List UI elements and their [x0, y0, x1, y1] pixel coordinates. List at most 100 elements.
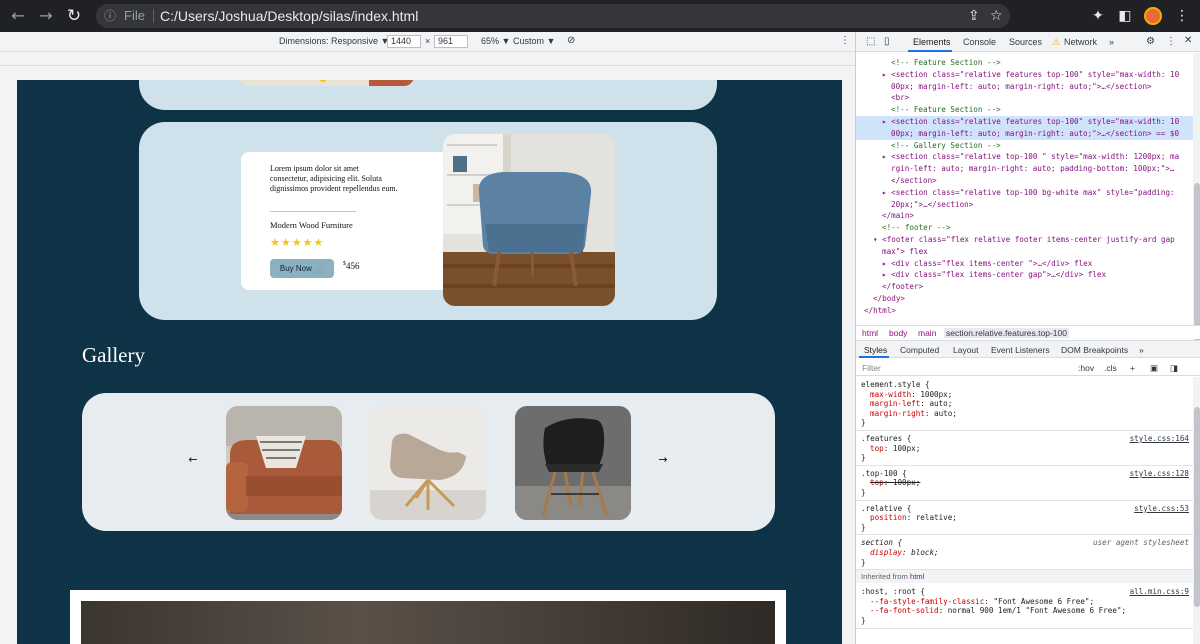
dom-node-line[interactable]: <!-- Gallery Section --> — [891, 140, 1001, 152]
css-declaration[interactable]: top: 100px; — [870, 444, 920, 453]
css-rule[interactable]: element.style {max-width: 1000px; margin-… — [856, 377, 1193, 431]
more-subtabs-button[interactable]: » — [1139, 345, 1144, 355]
filter-input[interactable]: Filter — [862, 363, 881, 373]
side-panel-icon[interactable]: ◧ — [1115, 6, 1135, 26]
tab-layout[interactable]: Layout — [953, 345, 979, 355]
dom-node-line[interactable]: ▸ <section class="relative top-100 " sty… — [882, 151, 1179, 163]
css-rule[interactable]: section { user agent stylesheet display: b… — [856, 535, 1193, 571]
reload-icon[interactable]: ↻ — [64, 6, 84, 26]
css-selector[interactable]: section { — [861, 538, 902, 547]
url-text[interactable]: C:/Users/Joshua/Desktop/silas/index.html — [160, 4, 418, 28]
dom-node-line[interactable]: ▸ <section class="relative top-100 bg-wh… — [882, 187, 1175, 199]
dom-node-line[interactable]: 00px; margin-left: auto; margin-right: a… — [891, 81, 1152, 93]
page-viewport[interactable]: Lorem ipsum dolor sit amet consectetur, … — [17, 80, 842, 644]
dimensions-dropdown[interactable]: Dimensions: Responsive ▼ — [279, 36, 389, 46]
sidebar-toggle-icon[interactable]: ◨ — [1170, 363, 1178, 374]
extensions-puzzle-icon[interactable]: ✦ — [1088, 6, 1108, 26]
buy-now-button[interactable]: Buy Now 🛒 — [270, 259, 334, 278]
css-source-link[interactable]: user agent stylesheet — [1093, 538, 1189, 547]
back-arrow-icon[interactable]: ← — [8, 6, 28, 26]
css-selector[interactable]: .features { — [861, 434, 911, 443]
css-selector[interactable]: element.style { — [861, 380, 930, 389]
dom-node-line[interactable]: 20px;">…</section> — [891, 199, 973, 211]
inspect-element-icon[interactable]: ⬚ — [866, 36, 875, 47]
dom-node-line[interactable]: </footer> — [882, 281, 923, 293]
breadcrumb-html[interactable]: html — [862, 328, 878, 338]
breadcrumb-body[interactable]: body — [889, 328, 907, 338]
css-rule[interactable]: .relative { style.css:53 position: relativ… — [856, 501, 1193, 536]
device-toggle-icon[interactable]: ▯ — [884, 36, 890, 47]
css-declaration[interactable]: position: relative; — [870, 513, 957, 522]
dom-node-line[interactable]: <!-- Feature Section --> — [891, 57, 1001, 69]
css-declaration[interactable]: display: block; — [870, 548, 939, 557]
share-icon[interactable]: ⇪ — [968, 4, 980, 28]
dom-node-line[interactable]: </section> — [891, 175, 937, 187]
gallery-image-sofa[interactable] — [226, 406, 342, 520]
css-source-link[interactable]: all.min.css:9 — [1130, 587, 1189, 596]
dom-node-line[interactable]: </body> — [873, 293, 905, 305]
close-devtools-icon[interactable]: ✕ — [1184, 35, 1192, 46]
tab-computed[interactable]: Computed — [900, 345, 939, 355]
breadcrumb-main[interactable]: main — [918, 328, 936, 338]
css-declaration[interactable]: max-width: 1000px; — [870, 390, 952, 399]
css-selector[interactable]: .top-100 { — [861, 469, 907, 478]
new-rule-button[interactable]: + — [1130, 363, 1135, 373]
css-declaration[interactable]: margin-right: auto; — [870, 409, 957, 418]
info-icon[interactable]: ⓘ — [104, 4, 116, 28]
address-bar[interactable]: ⓘ File C:/Users/Joshua/Desktop/silas/ind… — [96, 4, 1010, 28]
dom-node-line[interactable]: </main> — [882, 210, 914, 222]
dom-node-line[interactable]: rgin-left: auto; margin-right: auto; pad… — [891, 163, 1174, 175]
tab-network[interactable]: Network — [1064, 37, 1097, 47]
styles-pane[interactable]: element.style {max-width: 1000px; margin-… — [856, 377, 1193, 644]
dom-node-line[interactable]: ▸ <div class="flex items-center ">…</div… — [882, 258, 1092, 270]
gallery-next-arrow-icon[interactable]: → — [655, 452, 671, 468]
dom-node-line[interactable]: ▸ <section class="relative features top-… — [882, 69, 1179, 81]
elements-tree[interactable]: <!-- Feature Section --> ▸ <section class… — [856, 53, 1193, 355]
dom-node-line[interactable]: <!-- footer --> — [882, 222, 951, 234]
gallery-prev-arrow-icon[interactable]: ← — [185, 452, 201, 468]
css-declaration[interactable]: --fa-font-solid: normal 900 1em/1 "Font … — [870, 606, 1126, 615]
rotate-icon[interactable]: ⊘ — [567, 35, 575, 46]
dom-node-line[interactable]: <br> — [891, 92, 909, 104]
breadcrumb-section[interactable]: section.relative.features.top-100 — [944, 328, 1069, 338]
devtools-menu-icon[interactable]: ⋮ — [1166, 36, 1176, 47]
elements-scrollbar[interactable] — [1193, 53, 1200, 355]
width-input[interactable]: 1440 — [387, 35, 421, 48]
css-selector[interactable]: .relative { — [861, 504, 911, 513]
css-source-link[interactable]: style.css:53 — [1134, 504, 1189, 513]
dom-node-line[interactable]: ▸ <section class="relative features top-… — [856, 116, 1193, 128]
dom-node-line[interactable]: 00px; margin-left: auto; margin-right: a… — [856, 127, 1193, 140]
more-tabs-button[interactable]: » — [1109, 37, 1114, 47]
css-source-link[interactable]: style.css:128 — [1130, 469, 1189, 478]
css-declaration[interactable]: margin-left: auto; — [870, 399, 952, 408]
styles-scrollbar[interactable] — [1193, 377, 1200, 644]
dom-node-line[interactable]: ▾ <footer class="flex relative footer it… — [873, 234, 1175, 246]
css-rule[interactable]: .features {style.css:164 top: 100px;} — [856, 431, 1193, 466]
device-menu-icon[interactable]: ⋮ — [840, 35, 850, 46]
gallery-image-black-chair[interactable] — [515, 406, 631, 520]
css-declaration[interactable]: --fa-style-family-classic: "Font Awesome… — [870, 597, 1094, 606]
css-source-link[interactable]: style.css:164 — [1130, 434, 1189, 443]
zoom-dropdown[interactable]: 65% ▼ — [481, 36, 510, 46]
tab-console[interactable]: Console — [963, 37, 996, 47]
hover-state-toggle[interactable]: :hov — [1078, 363, 1094, 373]
css-rule[interactable]: :host, :root {all.min.css:9 --fa-style-fa… — [856, 584, 1193, 629]
tab-dom-breakpoints[interactable]: DOM Breakpoints — [1061, 345, 1128, 355]
dom-node-line[interactable]: </html> — [864, 305, 896, 317]
paint-icon[interactable]: ▣ — [1150, 363, 1158, 374]
kebab-menu-icon[interactable]: ⋮ — [1172, 6, 1192, 26]
tab-elements[interactable]: Elements — [913, 37, 951, 47]
dom-node-line[interactable]: max"> flex — [882, 246, 928, 258]
forward-arrow-icon[interactable]: → — [36, 6, 56, 26]
class-toggle[interactable]: .cls — [1104, 363, 1117, 373]
throttle-dropdown[interactable]: Custom ▼ — [513, 36, 555, 46]
tab-styles[interactable]: Styles — [864, 345, 887, 355]
tab-sources[interactable]: Sources — [1009, 37, 1042, 47]
profile-avatar[interactable] — [1144, 7, 1162, 25]
settings-gear-icon[interactable]: ⚙ — [1146, 36, 1155, 47]
css-rule[interactable]: .top-100 {style.css:128 top: 100px;} — [856, 466, 1193, 501]
dom-node-line[interactable]: ▸ <div class="flex items-center gap">…</… — [882, 269, 1106, 281]
tab-event-listeners[interactable]: Event Listeners — [991, 345, 1050, 355]
css-declaration[interactable]: top: 100px; — [870, 478, 920, 487]
height-input[interactable]: 961 — [434, 35, 468, 48]
